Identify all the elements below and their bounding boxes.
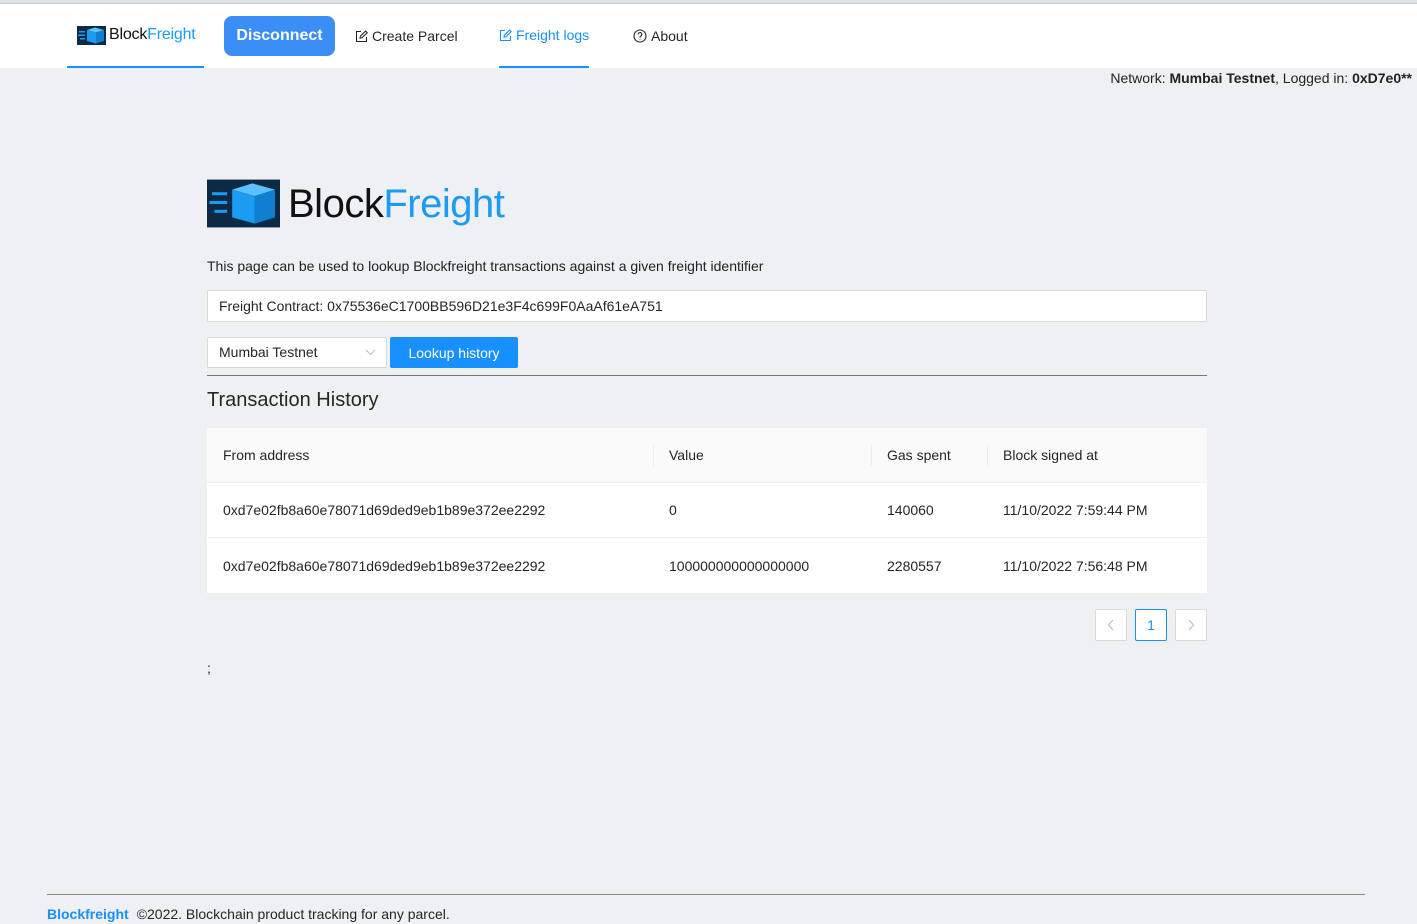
nav-item-label: Create Parcel <box>372 28 458 44</box>
network-status: Network: Mumbai Testnet, Logged in: 0xD7… <box>1110 70 1412 86</box>
pagination-page-1[interactable]: 1 <box>1135 609 1167 641</box>
footer-text: ©2022. Blockchain product tracking for a… <box>136 906 450 922</box>
box-logo-icon <box>77 25 106 45</box>
section-divider <box>207 375 1207 376</box>
cell-block-signed-at: 11/10/2022 7:59:44 PM <box>1003 502 1148 518</box>
page-logo-text: BlockFreight <box>288 181 505 226</box>
network-name: Mumbai Testnet <box>1169 70 1275 86</box>
cell-value: 0 <box>669 502 677 518</box>
freight-contract-input[interactable]: Freight Contract: 0x75536eC1700BB596D21e… <box>207 290 1207 322</box>
column-header-block-signed-at[interactable]: Block signed at <box>987 428 1207 482</box>
page-logo: BlockFreight <box>207 178 1207 229</box>
page-description: This page can be used to lookup Blockfre… <box>207 258 764 274</box>
trailing-text: ; <box>207 660 211 676</box>
nav-brand-name: BlockFreight <box>109 26 196 43</box>
nav-item-about[interactable]: About <box>633 4 688 68</box>
column-header-from-address[interactable]: From address <box>207 428 653 482</box>
footer: Blockfreight ©2022. Blockchain product tr… <box>47 906 450 922</box>
column-header-value[interactable]: Value <box>653 428 871 482</box>
table-header: From address Value Gas spent Block signe… <box>207 428 1207 483</box>
cell-from-address: 0xd7e02fb8a60e78071d69ded9eb1b89e372ee22… <box>223 557 546 574</box>
lookup-history-button[interactable]: Lookup history <box>390 337 518 368</box>
section-title: Transaction History <box>207 389 379 411</box>
nav-item-freight-logs[interactable]: Freight logs <box>499 4 590 68</box>
nav-item-create-parcel[interactable]: Create Parcel <box>355 4 458 68</box>
edit-icon <box>499 28 512 42</box>
cell-block-signed-at: 11/10/2022 7:56:48 PM <box>1003 557 1148 574</box>
disconnect-button[interactable]: Disconnect <box>224 16 335 56</box>
edit-icon <box>355 29 368 43</box>
pagination-prev-button[interactable] <box>1095 609 1127 641</box>
chevron-left-icon <box>1107 619 1115 631</box>
account-address: 0xD7e0** <box>1352 70 1412 86</box>
chevron-down-icon <box>365 338 376 377</box>
nav-brand-logo[interactable]: BlockFreight <box>67 4 204 68</box>
nav-item-label: About <box>651 28 688 44</box>
network-select[interactable]: Mumbai Testnet <box>207 337 387 368</box>
nav-item-label: Freight logs <box>516 27 590 43</box>
transaction-table: From address Value Gas spent Block signe… <box>207 428 1207 593</box>
table-row[interactable]: 0xd7e02fb8a60e78071d69ded9eb1b89e372ee22… <box>207 538 1207 593</box>
cell-from-address: 0xd7e02fb8a60e78071d69ded9eb1b89e372ee22… <box>223 502 546 518</box>
footer-divider <box>47 894 1365 895</box>
cell-gas-spent: 140060 <box>887 502 934 518</box>
top-navbar: BlockFreight Disconnect Create Parcel Fr… <box>0 4 1417 68</box>
table-row[interactable]: 0xd7e02fb8a60e78071d69ded9eb1b89e372ee22… <box>207 483 1207 538</box>
column-header-gas-spent[interactable]: Gas spent <box>871 428 987 482</box>
footer-brand-link[interactable]: Blockfreight <box>47 906 129 922</box>
pagination-next-button[interactable] <box>1175 609 1207 641</box>
main-content: BlockFreight This page can be used to lo… <box>207 178 1207 676</box>
question-circle-icon <box>633 29 647 43</box>
cell-value: 100000000000000000 <box>669 557 810 574</box>
cell-gas-spent: 2280557 <box>887 557 942 574</box>
box-logo-icon <box>207 178 280 229</box>
network-select-value: Mumbai Testnet <box>219 344 318 360</box>
chevron-right-icon <box>1187 619 1195 631</box>
